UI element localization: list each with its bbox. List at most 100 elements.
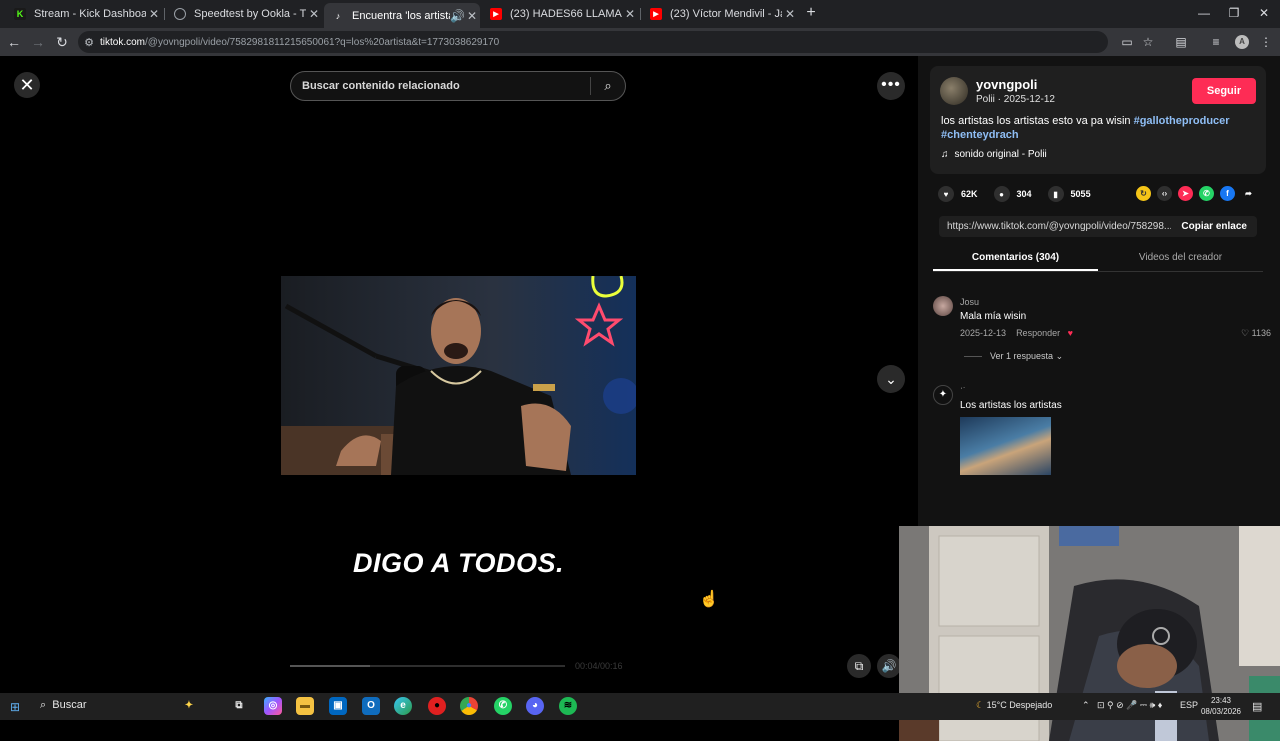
cast-icon[interactable]: ▭	[1118, 33, 1136, 51]
tab-youtube-hades66[interactable]: ▶ (23) HADES66 LLAMA A HANZ ✕	[482, 4, 638, 24]
outlook-icon[interactable]: O	[362, 697, 380, 715]
chevron-down-icon: ⌄	[1055, 351, 1064, 361]
minimize-icon[interactable]: —	[1192, 4, 1216, 22]
url-host: tiktok.com	[100, 36, 146, 48]
task-view-icon[interactable]: ⧉	[230, 697, 248, 715]
comment-item: Josu Mala mía wisin 2025-12-13 Responder…	[933, 296, 1273, 366]
reload-icon[interactable]: ↻	[53, 33, 71, 51]
close-video-button[interactable]: ✕	[14, 72, 40, 98]
media-controls-icon[interactable]: ≡	[1207, 33, 1225, 51]
video-frame	[281, 276, 636, 475]
forward-icon[interactable]: →	[29, 33, 47, 51]
share-link-bar: https://www.tiktok.com/@yovngpoli/video/…	[939, 216, 1257, 237]
taskbar-search-label: Buscar	[52, 699, 87, 711]
store-icon[interactable]: ▣	[329, 697, 347, 715]
site-info-icon[interactable]: ⚙	[78, 36, 100, 49]
taskbar-clock[interactable]: 23:43 08/03/2026	[1196, 695, 1246, 717]
bookmark-icon[interactable]: ▮	[1047, 186, 1064, 202]
close-tab-icon[interactable]: ✕	[306, 7, 322, 21]
creator-avatar[interactable]	[940, 77, 968, 105]
comment-like-count: 1136	[1251, 328, 1271, 338]
facebook-icon[interactable]: f	[1220, 186, 1235, 201]
search-icon[interactable]: ⌕	[591, 78, 625, 94]
weather-moon-icon: ☾	[976, 700, 985, 710]
windows-start-icon[interactable]: ⊞	[10, 700, 20, 714]
profile-avatar[interactable]: A	[1235, 35, 1249, 49]
more-options-button[interactable]: •••	[877, 72, 905, 100]
speaker-icon[interactable]: 🔊	[450, 9, 465, 23]
commenter-avatar[interactable]: ✦	[933, 385, 953, 405]
volume-icon[interactable]: 🔊	[877, 654, 901, 678]
music-info[interactable]: ♫ sonido original - Polii	[941, 149, 1047, 160]
tab-youtube-victor[interactable]: ▶ (23) Víctor Mendivil - Jacobo G ✕	[642, 4, 798, 24]
game-app-icon[interactable]: ●	[428, 697, 446, 715]
tab-creator-videos[interactable]: Videos del creador	[1098, 248, 1263, 271]
tray-icons[interactable]: ⊡ ⚲ ⊘ 🎤 ⎓ 🕪 ♦	[1097, 700, 1162, 711]
back-icon[interactable]: ←	[5, 33, 23, 51]
browser-menu-icon[interactable]: ⋮	[1257, 33, 1275, 51]
close-window-icon[interactable]: ✕	[1252, 4, 1276, 22]
share-link-url[interactable]: https://www.tiktok.com/@yovngpoli/video/…	[939, 221, 1171, 232]
commenter-name[interactable]: ˈ˙	[960, 386, 966, 396]
kick-icon: K	[14, 8, 26, 20]
close-tab-icon[interactable]: ✕	[622, 7, 638, 21]
comment-icon[interactable]: ●	[993, 186, 1010, 202]
tab-title: Speedtest by Ookla - The Global	[194, 8, 306, 20]
tray-expand-icon[interactable]: ⌃	[1082, 700, 1090, 711]
hashtag-link[interactable]: #gallotheproducer	[1134, 115, 1230, 127]
weather-widget[interactable]: ☾ 15°C Despejado	[976, 700, 1052, 711]
follow-button[interactable]: Seguir	[1192, 78, 1256, 104]
whatsapp-icon[interactable]: ✆	[494, 697, 512, 715]
share-arrow-icon[interactable]: ➦	[1241, 186, 1256, 201]
creator-username[interactable]: yovngpoli	[976, 77, 1037, 92]
comment-like[interactable]: ♡ 1136	[1241, 328, 1271, 339]
bookmark-star-icon[interactable]: ☆	[1139, 33, 1157, 51]
tab-kick-dashboard[interactable]: K Stream - Kick Dashboard ✕	[6, 4, 162, 24]
tab-comments[interactable]: Comentarios (304)	[933, 248, 1098, 271]
youtube-icon: ▶	[650, 8, 662, 20]
send-icon[interactable]: ➤	[1178, 186, 1193, 201]
weather-label: 15°C Despejado	[986, 700, 1053, 710]
related-search-input[interactable]: Buscar contenido relacionado ⌕	[290, 71, 626, 101]
mouse-cursor-icon: ☝	[699, 591, 719, 608]
tab-tiktok[interactable]: ♪ Encuentra 'los artista' en Ti 🔊 ✕	[324, 3, 480, 28]
tiktok-page: ✕ Buscar contenido relacionado ⌕ DIGO A …	[0, 56, 1280, 741]
spotify-icon[interactable]: ≋	[559, 697, 577, 715]
floating-player-icon[interactable]: ⧉	[847, 654, 871, 678]
hashtag-link[interactable]: #chenteydrach	[941, 129, 1019, 141]
commenter-name[interactable]: Josu	[960, 297, 979, 307]
whatsapp-icon[interactable]: ✆	[1199, 186, 1214, 201]
tiktok-icon: ♪	[335, 10, 341, 21]
file-explorer-icon[interactable]: ▬	[296, 697, 314, 715]
close-tab-icon[interactable]: ✕	[464, 9, 480, 23]
next-video-button[interactable]: ⌄	[877, 365, 905, 393]
edge-icon[interactable]: e	[394, 697, 412, 715]
like-icon[interactable]: ♥	[938, 186, 954, 202]
sidepanel-icon[interactable]: ▤	[1172, 33, 1190, 51]
chrome-icon[interactable]: ●	[460, 697, 478, 715]
music-note-icon: ♫	[941, 149, 949, 160]
taskbar-search[interactable]: ⌕ Buscar	[40, 699, 87, 712]
view-replies-button[interactable]: Ver 1 respuesta ⌄	[964, 351, 1063, 362]
address-bar[interactable]: ⚙ tiktok.com /@yovngpoli/video/758298181…	[78, 31, 1108, 53]
copilot-sparkle-icon[interactable]: ✦	[180, 697, 198, 715]
copilot-icon[interactable]: ◎	[264, 697, 282, 715]
embed-icon[interactable]: ‹›	[1157, 186, 1172, 201]
comment-image[interactable]	[960, 417, 1051, 475]
new-tab-button[interactable]: +	[803, 4, 819, 22]
reply-button[interactable]: Responder	[1016, 328, 1060, 338]
comments-tabs: Comentarios (304) Videos del creador	[933, 248, 1263, 272]
close-tab-icon[interactable]: ✕	[146, 7, 162, 21]
discord-icon[interactable]: ◕	[526, 697, 544, 715]
repost-icon[interactable]: ↻	[1136, 186, 1151, 201]
description-text: los artistas los artistas esto va pa wis…	[941, 115, 1131, 127]
notifications-icon[interactable]: ▤	[1252, 700, 1262, 713]
commenter-avatar[interactable]	[933, 296, 953, 316]
speedtest-icon	[174, 8, 186, 20]
tab-speedtest[interactable]: Speedtest by Ookla - The Global ✕	[166, 4, 322, 24]
close-tab-icon[interactable]: ✕	[782, 7, 798, 21]
copy-link-button[interactable]: Copiar enlace	[1171, 221, 1257, 232]
restore-icon[interactable]: ❐	[1222, 4, 1246, 22]
video-progress-bar[interactable]	[290, 665, 565, 667]
reply-line	[964, 356, 982, 358]
